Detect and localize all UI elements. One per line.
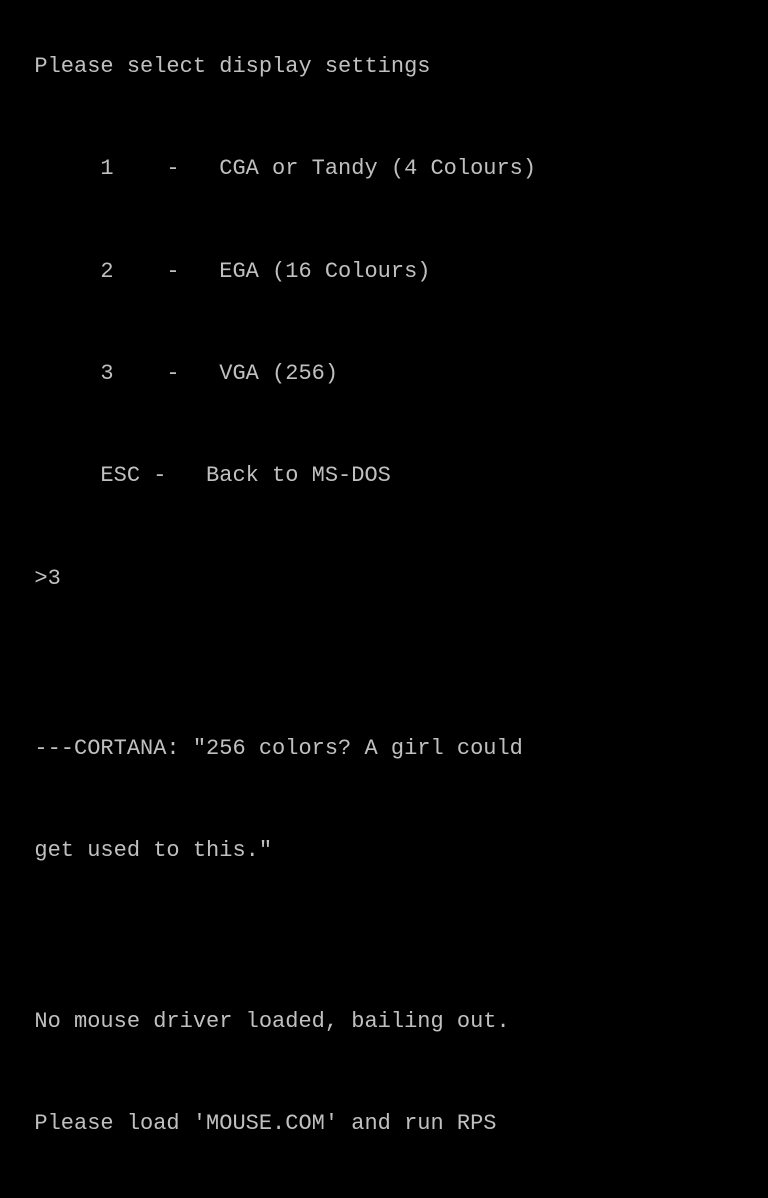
- terminal-line-5: ESC - Back to MS-DOS: [34, 463, 390, 488]
- terminal-line-8: ---CORTANA: "256 colors? A girl could: [34, 736, 522, 761]
- terminal-line-12: Please load 'MOUSE.COM' and run RPS: [34, 1111, 496, 1136]
- terminal-line-2: 1 - CGA or Tandy (4 Colours): [34, 156, 536, 181]
- terminal-line-3: 2 - EGA (16 Colours): [34, 259, 430, 284]
- terminal-line-1: Please select display settings: [34, 54, 430, 79]
- terminal-output: Please select display settings 1 - CGA o…: [8, 16, 760, 1198]
- terminal-line-9: get used to this.": [34, 838, 272, 863]
- terminal-line-6: >3: [34, 566, 60, 591]
- terminal-line-11: No mouse driver loaded, bailing out.: [34, 1009, 509, 1034]
- terminal-line-4: 3 - VGA (256): [34, 361, 338, 386]
